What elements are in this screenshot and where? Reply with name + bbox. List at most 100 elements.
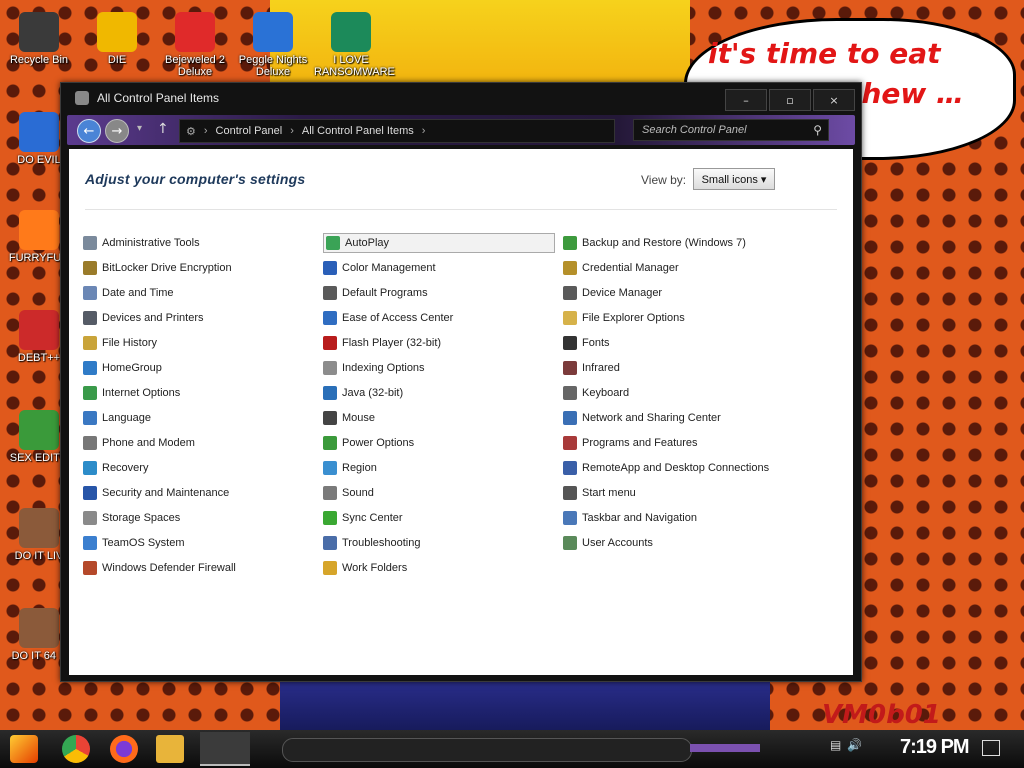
control-panel-item[interactable]: Sound <box>323 483 374 503</box>
control-panel-taskbar-button[interactable] <box>200 732 250 766</box>
control-panel-item[interactable]: RemoteApp and Desktop Connections <box>563 458 769 478</box>
start-menu-icon <box>563 486 577 500</box>
forward-button[interactable]: → <box>105 119 129 143</box>
control-panel-item[interactable]: Indexing Options <box>323 358 425 378</box>
control-panel-item[interactable]: Internet Options <box>83 383 180 403</box>
control-panel-item[interactable]: Programs and Features <box>563 433 698 453</box>
control-panel-item-label: Fonts <box>582 337 610 349</box>
control-panel-item-label: Network and Sharing Center <box>582 412 721 424</box>
control-panel-item[interactable]: Security and Maintenance <box>83 483 229 503</box>
control-panel-item-label: User Accounts <box>582 537 653 549</box>
control-panel-item[interactable]: Windows Defender Firewall <box>83 558 236 578</box>
control-panel-item[interactable]: Color Management <box>323 258 436 278</box>
search-input[interactable]: Search Control Panel ⚲ <box>633 119 829 141</box>
control-panel-item[interactable]: Network and Sharing Center <box>563 408 721 428</box>
clock-icon <box>83 286 97 300</box>
control-panel-item[interactable]: Infrared <box>563 358 620 378</box>
address-bar[interactable]: ⚙ › Control Panel › All Control Panel It… <box>179 119 615 143</box>
control-panel-item[interactable]: File Explorer Options <box>563 308 685 328</box>
color-icon <box>323 261 337 275</box>
taskbar-decoration <box>690 744 760 752</box>
breadcrumb-all-items[interactable]: All Control Panel Items <box>302 125 414 137</box>
bitlocker-icon <box>83 261 97 275</box>
control-panel-item[interactable]: Mouse <box>323 408 375 428</box>
control-panel-item[interactable]: Keyboard <box>563 383 629 403</box>
control-panel-item[interactable]: Storage Spaces <box>83 508 180 528</box>
control-panel-item[interactable]: Work Folders <box>323 558 407 578</box>
control-panel-content: Adjust your computer's settings View by:… <box>69 149 853 675</box>
breadcrumb-control-panel[interactable]: Control Panel <box>216 125 283 137</box>
control-panel-item[interactable]: BitLocker Drive Encryption <box>83 258 232 278</box>
control-panel-item-label: Color Management <box>342 262 436 274</box>
control-panel-item[interactable]: File History <box>83 333 157 353</box>
view-by-dropdown[interactable]: Small icons ▾ <box>693 168 775 190</box>
control-panel-item[interactable]: Credential Manager <box>563 258 679 278</box>
java-icon <box>323 386 337 400</box>
desktop-icon-label: I LOVE RANSOMWARE <box>314 54 395 78</box>
control-panel-item[interactable]: Date and Time <box>83 283 174 303</box>
printer-icon <box>83 311 97 325</box>
control-panel-item[interactable]: User Accounts <box>563 533 653 553</box>
control-panel-item[interactable]: Devices and Printers <box>83 308 204 328</box>
control-panel-item[interactable]: Java (32-bit) <box>323 383 403 403</box>
start-button[interactable] <box>10 735 38 763</box>
desktop-icon[interactable]: I LOVE RANSOMWARE <box>314 6 395 78</box>
control-panel-item[interactable]: HomeGroup <box>83 358 162 378</box>
control-panel-item-label: File Explorer Options <box>582 312 685 324</box>
network-icon <box>563 411 577 425</box>
desktop-icon[interactable]: Recycle Bin <box>2 6 76 66</box>
control-panel-item[interactable]: Administrative Tools <box>83 233 200 253</box>
control-panel-item-label: Ease of Access Center <box>342 312 454 324</box>
control-panel-item[interactable]: Taskbar and Navigation <box>563 508 697 528</box>
control-panel-item[interactable]: Language <box>83 408 151 428</box>
breadcrumb-separator-icon: › <box>203 125 208 137</box>
control-panel-item[interactable]: TeamOS System <box>83 533 185 553</box>
file-explorer-taskbar-icon[interactable] <box>156 735 184 763</box>
maximize-button[interactable]: ▫ <box>769 89 811 111</box>
control-panel-item[interactable]: Start menu <box>563 483 636 503</box>
control-panel-item[interactable]: Fonts <box>563 333 610 353</box>
firefox-taskbar-icon[interactable] <box>110 735 138 763</box>
minimize-button[interactable]: – <box>725 89 767 111</box>
storage-icon <box>83 511 97 525</box>
window-titlebar[interactable]: All Control Panel Items – ▫ × <box>61 83 861 113</box>
arrow-right-icon: → <box>111 123 123 139</box>
clock[interactable]: 7:19 PM <box>900 736 970 759</box>
control-panel-item[interactable]: Power Options <box>323 433 414 453</box>
taskbar: ▤ 🔊 7:19 PM <box>0 730 1024 768</box>
control-panel-item-label: Sound <box>342 487 374 499</box>
control-panel-item[interactable]: Troubleshooting <box>323 533 420 553</box>
control-panel-item[interactable]: Recovery <box>83 458 148 478</box>
control-panel-item-label: Credential Manager <box>582 262 679 274</box>
control-panel-item-label: RemoteApp and Desktop Connections <box>582 462 770 474</box>
taskbar-search[interactable] <box>282 738 692 762</box>
control-panel-item[interactable]: AutoPlay <box>323 233 555 253</box>
desktop-icon[interactable]: DIE <box>80 6 154 66</box>
desktop-icon[interactable]: Peggle Nights Deluxe <box>236 6 310 78</box>
wallpaper-art-bottom <box>280 676 770 730</box>
control-panel-item[interactable]: Flash Player (32-bit) <box>323 333 441 353</box>
homegroup-icon <box>83 361 97 375</box>
desktop-icon[interactable]: Bejeweled 2 Deluxe <box>158 6 232 78</box>
chrome-taskbar-icon[interactable] <box>62 735 90 763</box>
control-panel-item[interactable]: Backup and Restore (Windows 7) <box>563 233 746 253</box>
control-panel-item[interactable]: Ease of Access Center <box>323 308 453 328</box>
back-button[interactable]: ← <box>77 119 101 143</box>
notification-icon[interactable] <box>982 740 1000 756</box>
app-icon <box>19 508 59 548</box>
close-button[interactable]: × <box>813 89 855 111</box>
control-panel-item[interactable]: Region <box>323 458 377 478</box>
search-icon[interactable]: ⚲ <box>813 123 822 137</box>
control-panel-window: All Control Panel Items – ▫ × ← → ▾ ↑ ⚙ … <box>60 82 862 682</box>
recent-locations-button[interactable]: ▾ <box>137 123 142 134</box>
control-panel-item[interactable]: Default Programs <box>323 283 428 303</box>
app-icon <box>97 12 137 52</box>
network-icon[interactable]: ▤ <box>830 738 841 752</box>
control-panel-item[interactable]: Sync Center <box>323 508 403 528</box>
control-panel-item-label: File History <box>102 337 158 349</box>
volume-icon[interactable]: 🔊 <box>847 738 862 752</box>
control-panel-item[interactable]: Device Manager <box>563 283 662 303</box>
folder-icon <box>323 561 337 575</box>
up-button[interactable]: ↑ <box>157 121 169 137</box>
control-panel-item[interactable]: Phone and Modem <box>83 433 195 453</box>
